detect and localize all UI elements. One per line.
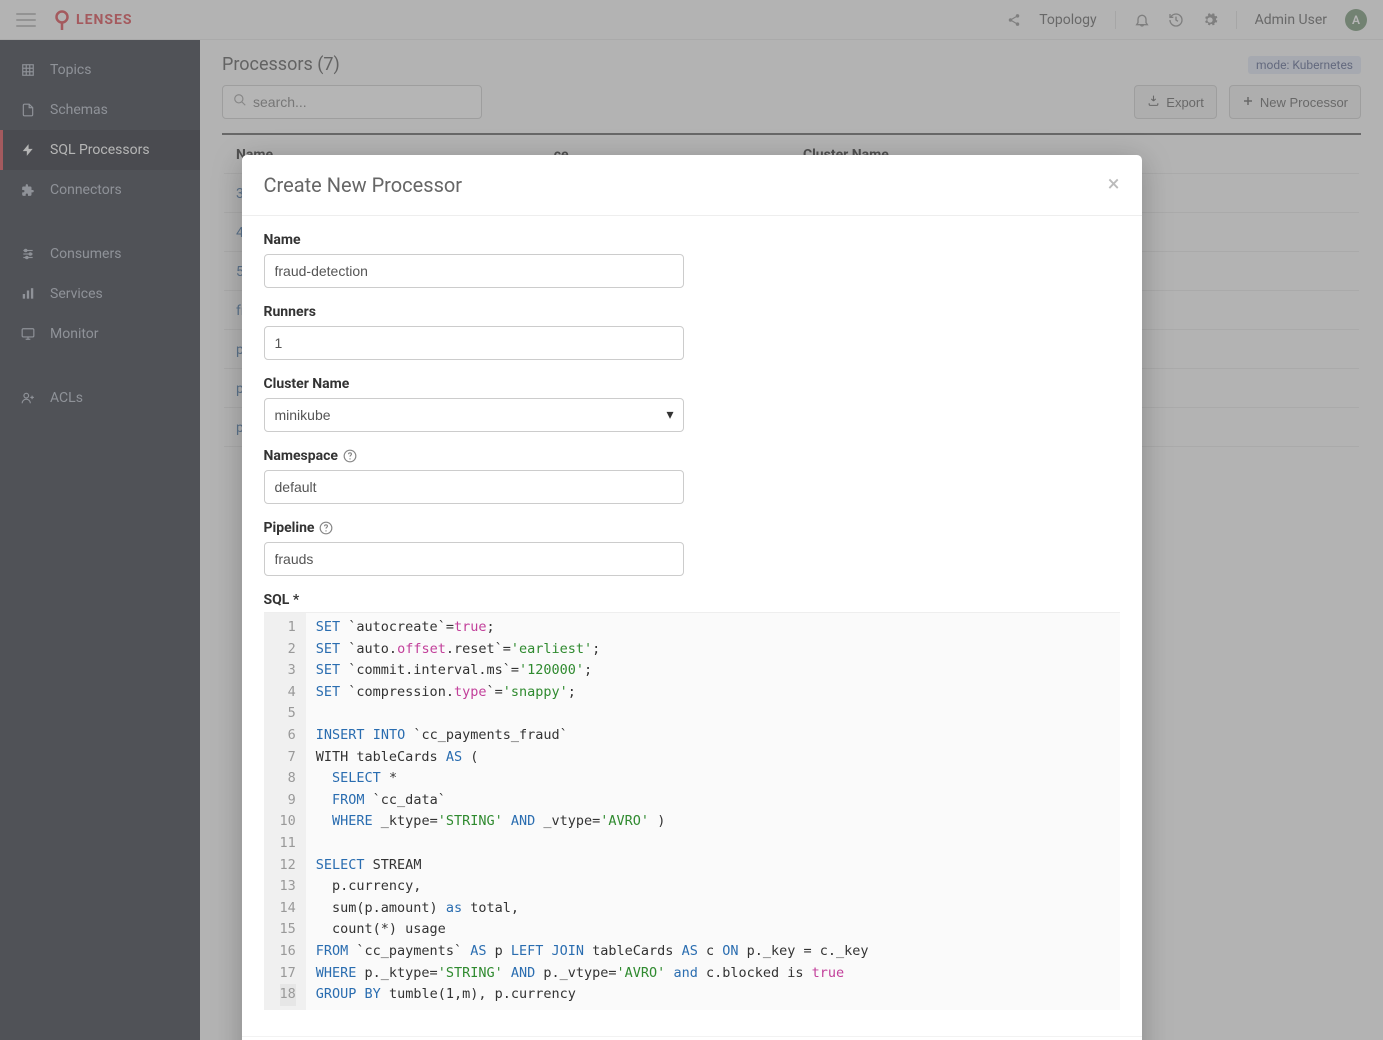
modal-title: Create New Processor	[264, 173, 463, 197]
sql-editor[interactable]: 123456789101112131415161718 SET `autocre…	[264, 612, 1120, 1010]
create-processor-modal: Create New Processor × Name Runners Clus…	[242, 155, 1142, 1040]
label-name: Name	[264, 232, 684, 248]
namespace-input[interactable]	[264, 470, 684, 504]
sql-code[interactable]: SET `autocreate`=true; SET `auto.offset.…	[306, 613, 1120, 1010]
cluster-select[interactable]	[264, 398, 684, 432]
label-pipeline: Pipeline	[264, 520, 684, 536]
help-icon[interactable]	[343, 449, 357, 463]
runners-input[interactable]	[264, 326, 684, 360]
label-runners: Runners	[264, 304, 684, 320]
label-namespace: Namespace	[264, 448, 684, 464]
label-sql: SQL *	[264, 592, 1120, 608]
close-icon[interactable]: ×	[1108, 174, 1120, 196]
help-icon[interactable]	[319, 521, 333, 535]
modal-overlay: Create New Processor × Name Runners Clus…	[0, 0, 1383, 1040]
pipeline-input[interactable]	[264, 542, 684, 576]
name-input[interactable]	[264, 254, 684, 288]
label-cluster: Cluster Name	[264, 376, 684, 392]
